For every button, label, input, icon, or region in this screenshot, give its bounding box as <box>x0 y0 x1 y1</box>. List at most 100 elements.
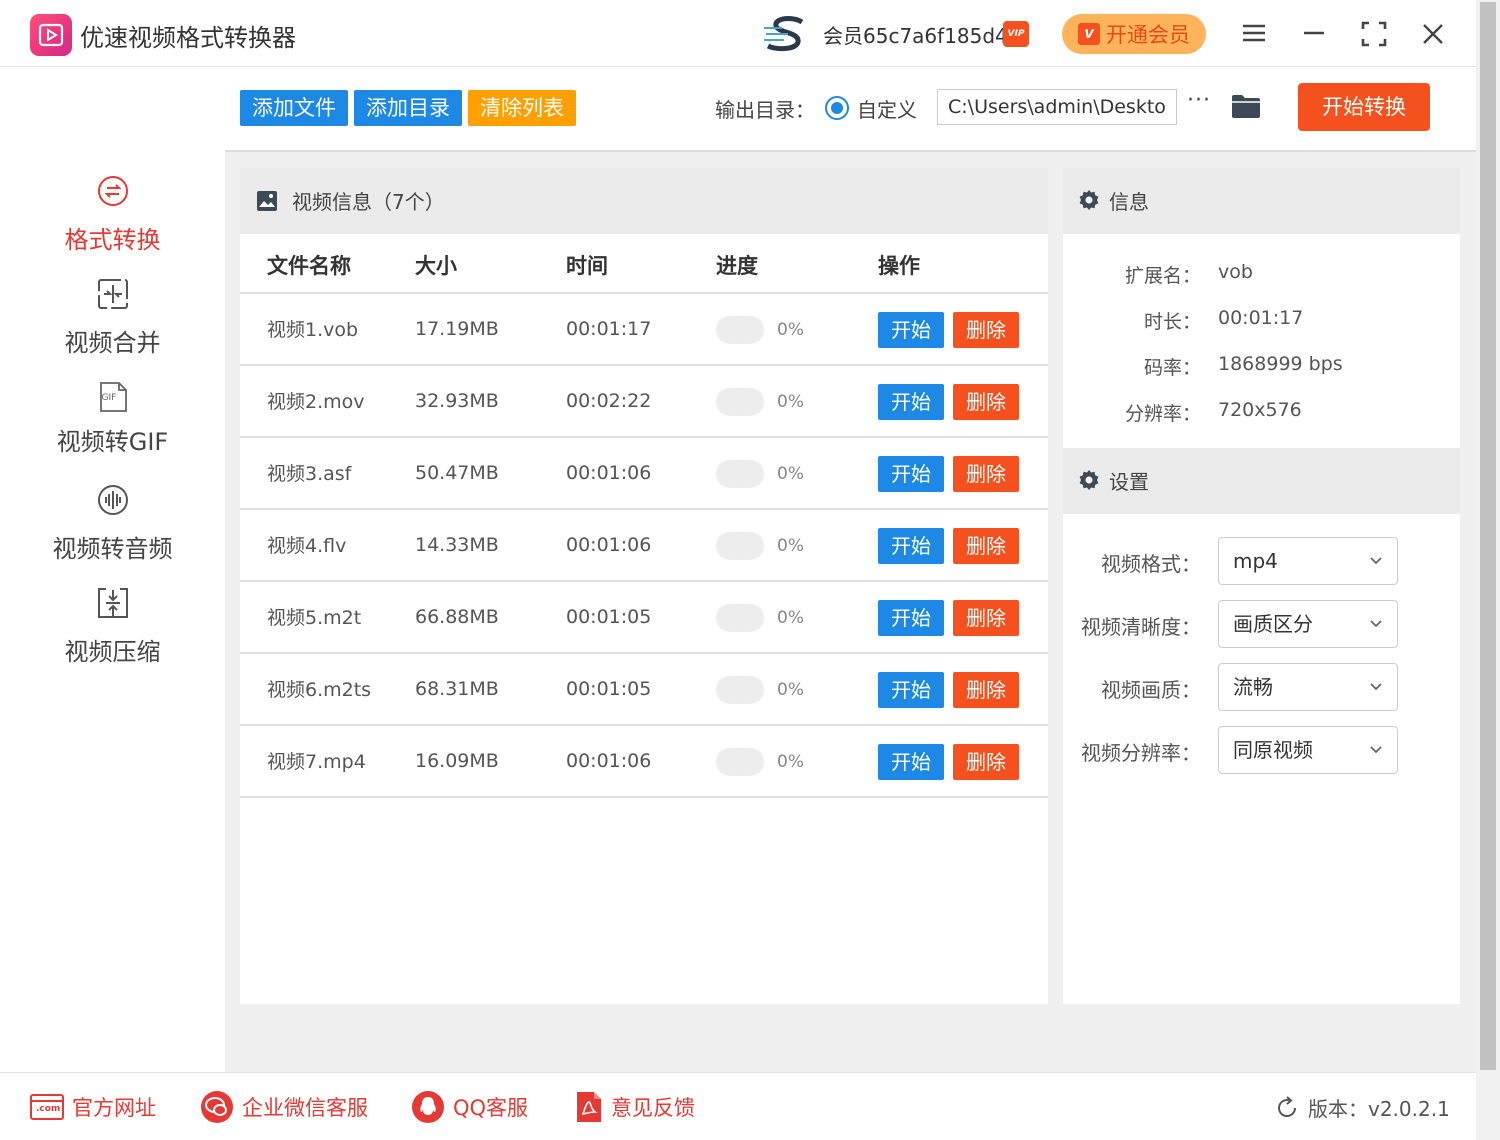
row-delete-button[interactable]: 删除 <box>953 384 1019 420</box>
row-start-button[interactable]: 开始 <box>878 600 944 636</box>
add-folder-button[interactable]: 添加目录 <box>354 90 462 126</box>
info-duration-value: 00:01:17 <box>1218 307 1304 329</box>
table-row[interactable]: 视频2.mov 32.93MB 00:02:22 0% 开始 删除 <box>240 366 1048 438</box>
version-info: 版本：v2.0.2.1 <box>1274 1093 1450 1122</box>
vip-icon: V <box>1078 23 1100 45</box>
refresh-icon[interactable] <box>1274 1095 1300 1121</box>
minimize-icon <box>1304 31 1324 35</box>
progress-bar <box>716 316 764 344</box>
progress-percent: 0% <box>777 680 804 700</box>
video-quality-value: 流畅 <box>1233 675 1273 699</box>
table-row[interactable]: 视频5.m2t 66.88MB 00:01:05 0% 开始 删除 <box>240 582 1048 654</box>
row-start-button[interactable]: 开始 <box>878 456 944 492</box>
folder-icon[interactable] <box>1230 92 1262 120</box>
row-delete-button[interactable]: 删除 <box>953 312 1019 348</box>
output-dir-label: 输出目录： <box>715 98 815 122</box>
add-file-button[interactable]: 添加文件 <box>240 90 348 126</box>
wechat-service-label: 企业微信客服 <box>242 1096 368 1120</box>
browse-more-button[interactable]: ··· <box>1187 88 1211 113</box>
row-start-button[interactable]: 开始 <box>878 384 944 420</box>
video-quality-select[interactable]: 流畅 <box>1218 663 1398 711</box>
output-path-input[interactable]: C:\Users\admin\Deskto <box>937 89 1177 125</box>
official-website-link[interactable]: .com 官方网址 <box>30 1089 156 1125</box>
open-vip-button[interactable]: V 开通会员 <box>1062 14 1206 54</box>
info-duration-label: 时长： <box>1143 311 1201 333</box>
progress-percent: 0% <box>777 392 804 412</box>
close-button[interactable] <box>1415 16 1451 52</box>
progress-percent: 0% <box>777 752 804 772</box>
sidebar-item-video-gif[interactable]: GIF 视频转GIF <box>0 380 225 457</box>
scrollbar[interactable] <box>1476 0 1500 1140</box>
clear-list-button[interactable]: 清除列表 <box>468 90 576 126</box>
brand-s-icon <box>764 16 804 52</box>
file-name-cell: 视频2.mov <box>267 390 365 413</box>
info-panel: 信息 扩展名： vob 时长： 00:01:17 码率： 1868999 bps… <box>1063 168 1460 1004</box>
video-resolution-select[interactable]: 同原视频 <box>1218 726 1398 774</box>
sidebar-item-format-convert[interactable]: 格式转换 <box>0 174 225 255</box>
qq-service-link[interactable]: QQ客服 <box>411 1089 528 1125</box>
row-delete-button[interactable]: 删除 <box>953 456 1019 492</box>
progress-bar <box>716 388 764 416</box>
merge-icon <box>97 279 128 309</box>
table-row[interactable]: 视频3.asf 50.47MB 00:01:06 0% 开始 删除 <box>240 438 1048 510</box>
compress-icon <box>97 588 128 618</box>
row-start-button[interactable]: 开始 <box>878 672 944 708</box>
column-header-time: 时间 <box>566 254 608 278</box>
maximize-button[interactable] <box>1356 16 1392 52</box>
gif-icon: GIF <box>96 380 130 414</box>
table-row[interactable]: 视频4.flv 14.33MB 00:01:06 0% 开始 删除 <box>240 510 1048 582</box>
chevron-down-icon <box>1370 746 1382 754</box>
custom-radio[interactable] <box>825 96 849 120</box>
duration-cell: 00:02:22 <box>566 390 652 412</box>
feedback-link[interactable]: 意见反馈 <box>575 1089 695 1125</box>
sidebar-item-video-compress[interactable]: 视频压缩 <box>0 586 225 667</box>
row-delete-button[interactable]: 删除 <box>953 672 1019 708</box>
scroll-thumb[interactable] <box>1480 2 1496 1070</box>
open-vip-label: 开通会员 <box>1106 23 1190 47</box>
video-format-select[interactable]: mp4 <box>1218 537 1398 585</box>
info-resolution-label: 分辨率： <box>1124 403 1201 425</box>
app-logo <box>30 14 72 56</box>
info-bitrate-label: 码率： <box>1143 357 1201 379</box>
column-header-action: 操作 <box>878 254 920 278</box>
close-icon <box>1423 24 1443 44</box>
menu-button[interactable] <box>1236 16 1272 52</box>
duration-cell: 00:01:05 <box>566 606 652 628</box>
start-convert-button[interactable]: 开始转换 <box>1298 83 1430 131</box>
sidebar-item-label: 视频合并 <box>64 329 161 357</box>
row-start-button[interactable]: 开始 <box>878 312 944 348</box>
progress-percent: 0% <box>777 536 804 556</box>
video-clarity-label: 视频清晰度： <box>1081 615 1201 639</box>
gif-icon-text: GIF <box>101 393 117 403</box>
row-delete-button[interactable]: 删除 <box>953 600 1019 636</box>
video-format-value: mp4 <box>1233 549 1278 573</box>
video-resolution-label: 视频分辨率： <box>1081 741 1201 765</box>
gear-icon <box>1079 190 1099 210</box>
file-name-cell: 视频4.flv <box>267 534 347 557</box>
feedback-doc-icon <box>577 1092 601 1122</box>
table-row[interactable]: 视频7.mp4 16.09MB 00:01:06 0% 开始 删除 <box>240 726 1048 798</box>
wechat-service-link[interactable]: 企业微信客服 <box>200 1089 368 1125</box>
row-start-button[interactable]: 开始 <box>878 528 944 564</box>
settings-section-header: 设置 <box>1063 448 1460 514</box>
duration-cell: 00:01:06 <box>566 462 652 484</box>
info-section-title: 信息 <box>1109 190 1149 214</box>
row-delete-button[interactable]: 删除 <box>953 528 1019 564</box>
progress-bar <box>716 460 764 488</box>
table-row[interactable]: 视频1.vob 17.19MB 00:01:17 0% 开始 删除 <box>240 294 1048 366</box>
audio-icon <box>97 485 128 515</box>
video-format-label: 视频格式： <box>1101 552 1201 576</box>
table-row[interactable]: 视频6.m2ts 68.31MB 00:01:05 0% 开始 删除 <box>240 654 1048 726</box>
file-size-cell: 32.93MB <box>415 390 499 412</box>
file-name-cell: 视频6.m2ts <box>267 678 372 701</box>
sidebar-item-label: 视频转音频 <box>52 535 173 563</box>
file-size-cell: 16.09MB <box>415 750 499 772</box>
settings-section-title: 设置 <box>1109 470 1149 494</box>
sidebar-item-video-audio[interactable]: 视频转音频 <box>0 483 225 564</box>
minimize-button[interactable] <box>1296 16 1332 52</box>
video-clarity-select[interactable]: 画质区分 <box>1218 600 1398 648</box>
sidebar-item-video-merge[interactable]: 视频合并 <box>0 277 225 358</box>
row-delete-button[interactable]: 删除 <box>953 744 1019 780</box>
duration-cell: 00:01:05 <box>566 678 652 700</box>
row-start-button[interactable]: 开始 <box>878 744 944 780</box>
